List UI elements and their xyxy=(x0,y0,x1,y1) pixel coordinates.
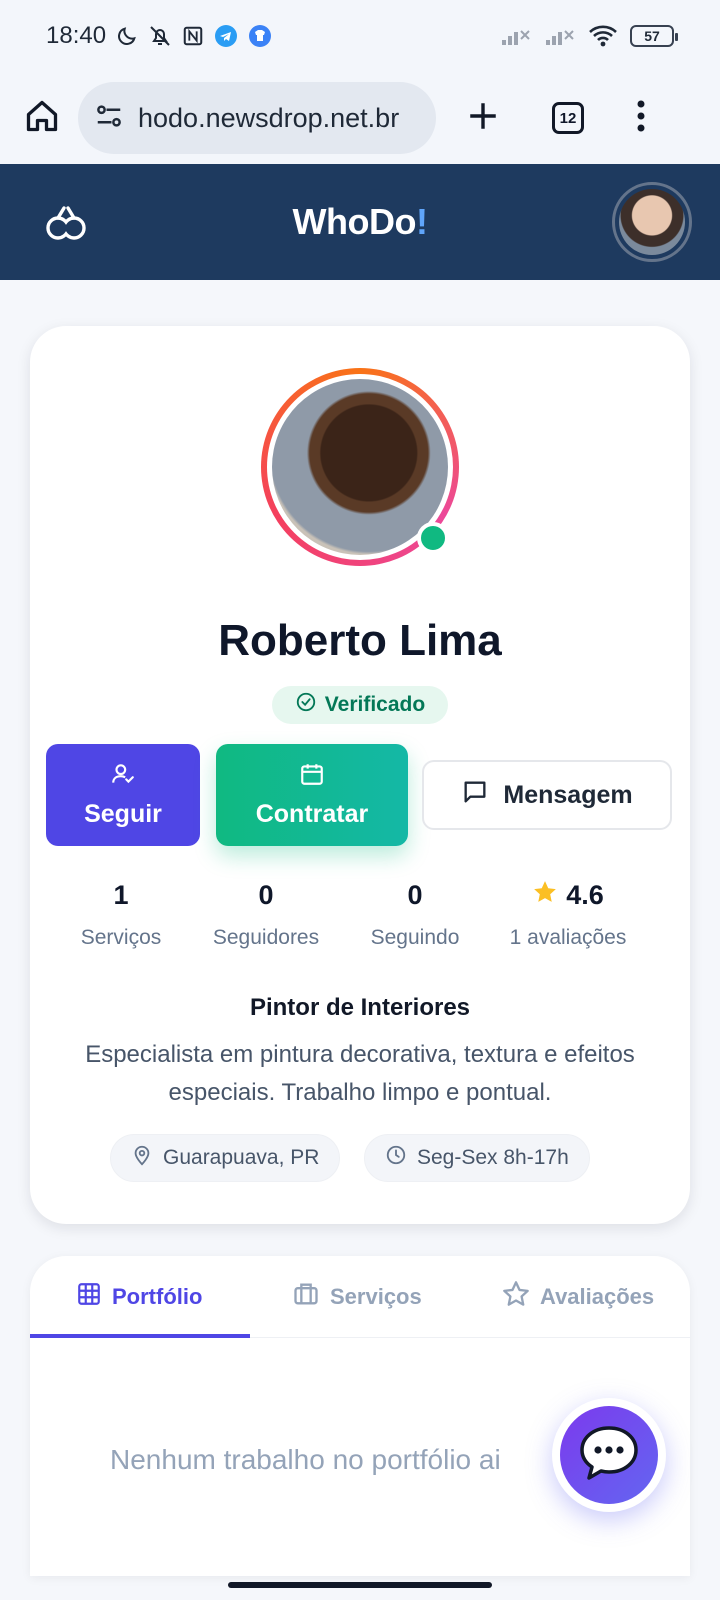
message-label: Mensagem xyxy=(503,780,633,809)
clock-icon xyxy=(385,1144,407,1172)
chat-fab-button[interactable] xyxy=(552,1398,666,1512)
profession-title: Pintor de Interiores xyxy=(249,994,471,1021)
map-pin-icon xyxy=(131,1144,153,1172)
address-bar[interactable]: hodo.newsdrop.net.br xyxy=(78,82,436,154)
location-chip: Guarapuava, PR xyxy=(110,1134,341,1182)
battery-indicator: 57 xyxy=(630,25,678,47)
stat-value: 0 xyxy=(407,879,423,910)
stat-rating[interactable]: 4.6 1 avaliações xyxy=(498,874,638,950)
stat-followers[interactable]: 0 Seguidores xyxy=(200,874,332,950)
app-title-main: WhoDo xyxy=(292,201,417,242)
hire-label: Contratar xyxy=(255,800,369,828)
profile-name: Roberto Lima xyxy=(218,616,502,665)
app-title-accent: ! xyxy=(415,201,428,242)
profile-bio: Especialista em pintura decorativa, text… xyxy=(85,1041,635,1106)
speech-bubble-icon xyxy=(578,1424,640,1487)
tab-bar: Portfólio Serviços Avaliações xyxy=(30,1256,690,1338)
hours-chip: Seg-Sex 8h-17h xyxy=(364,1134,590,1182)
shirt-app-icon xyxy=(248,24,272,48)
empty-portfolio-message: Nenhum trabalho no portfólio ai xyxy=(110,1444,501,1475)
tab-switcher-button[interactable]: 12 xyxy=(552,102,584,134)
stat-value: 0 xyxy=(258,879,274,910)
telegram-icon xyxy=(214,24,238,48)
briefcase-icon xyxy=(292,1280,320,1314)
calendar-icon xyxy=(299,761,325,794)
wifi-icon xyxy=(588,24,618,48)
profile-card: Roberto Lima Verificado Seguir Contratar… xyxy=(30,326,690,1224)
profile-stats: 1 Serviços 0 Seguidores 0 Seguindo 4.6 1… xyxy=(30,874,690,964)
home-icon[interactable] xyxy=(24,98,60,139)
app-header: WhoDo! xyxy=(0,164,720,280)
url-text: hodo.newsdrop.net.br xyxy=(138,102,400,133)
active-tab-indicator xyxy=(30,1334,250,1338)
tab-reviews[interactable]: Avaliações xyxy=(502,1256,654,1338)
stat-label: Serviços xyxy=(80,926,162,949)
stat-label: Seguindo xyxy=(370,926,460,949)
tab-label: Portfólio xyxy=(112,1284,203,1309)
moon-icon xyxy=(116,25,138,47)
infinity-logo-icon[interactable] xyxy=(44,200,88,249)
app-title[interactable]: WhoDo! xyxy=(293,201,428,243)
tab-portfolio[interactable]: Portfólio xyxy=(76,1256,202,1338)
tab-label: Avaliações xyxy=(540,1284,655,1309)
status-bar: 18:40 57 xyxy=(0,0,720,72)
grid-icon xyxy=(76,1281,102,1313)
signal-icon xyxy=(544,25,576,47)
star-outline-icon xyxy=(502,1280,530,1314)
chat-bubble-icon xyxy=(461,778,489,813)
user-check-icon xyxy=(110,761,136,794)
follow-button[interactable]: Seguir xyxy=(46,744,200,846)
stat-value: 1 xyxy=(113,879,129,910)
online-status-dot xyxy=(417,522,449,554)
tab-services[interactable]: Serviços xyxy=(292,1256,422,1338)
more-menu-icon[interactable] xyxy=(636,99,646,138)
stat-label: Seguidores xyxy=(212,926,320,949)
verified-badge: Verificado xyxy=(272,686,448,724)
tab-label: Serviços xyxy=(330,1284,422,1309)
status-time: 18:40 xyxy=(46,22,107,49)
follow-label: Seguir xyxy=(84,800,162,828)
stat-services[interactable]: 1 Serviços xyxy=(66,874,176,950)
bell-off-icon xyxy=(148,24,172,48)
message-button[interactable]: Mensagem xyxy=(422,760,672,830)
user-avatar-photo xyxy=(619,189,685,255)
hire-button[interactable]: Contratar xyxy=(216,744,408,846)
nfc-icon xyxy=(182,25,204,47)
signal-icon xyxy=(500,25,532,47)
verified-label: Verificado xyxy=(324,693,426,716)
new-tab-icon[interactable] xyxy=(466,99,500,138)
check-circle-icon xyxy=(295,691,317,719)
location-text: Guarapuava, PR xyxy=(163,1146,320,1169)
stat-value: 4.6 xyxy=(566,879,604,910)
star-icon xyxy=(532,879,558,912)
stat-following[interactable]: 0 Seguindo xyxy=(356,874,474,950)
hours-text: Seg-Sex 8h-17h xyxy=(417,1146,569,1169)
site-settings-icon[interactable] xyxy=(94,101,124,136)
stat-label: 1 avaliações xyxy=(509,926,627,949)
browser-toolbar: hodo.newsdrop.net.br 12 xyxy=(0,72,720,164)
home-indicator[interactable] xyxy=(228,1582,492,1588)
user-avatar[interactable] xyxy=(612,182,692,262)
